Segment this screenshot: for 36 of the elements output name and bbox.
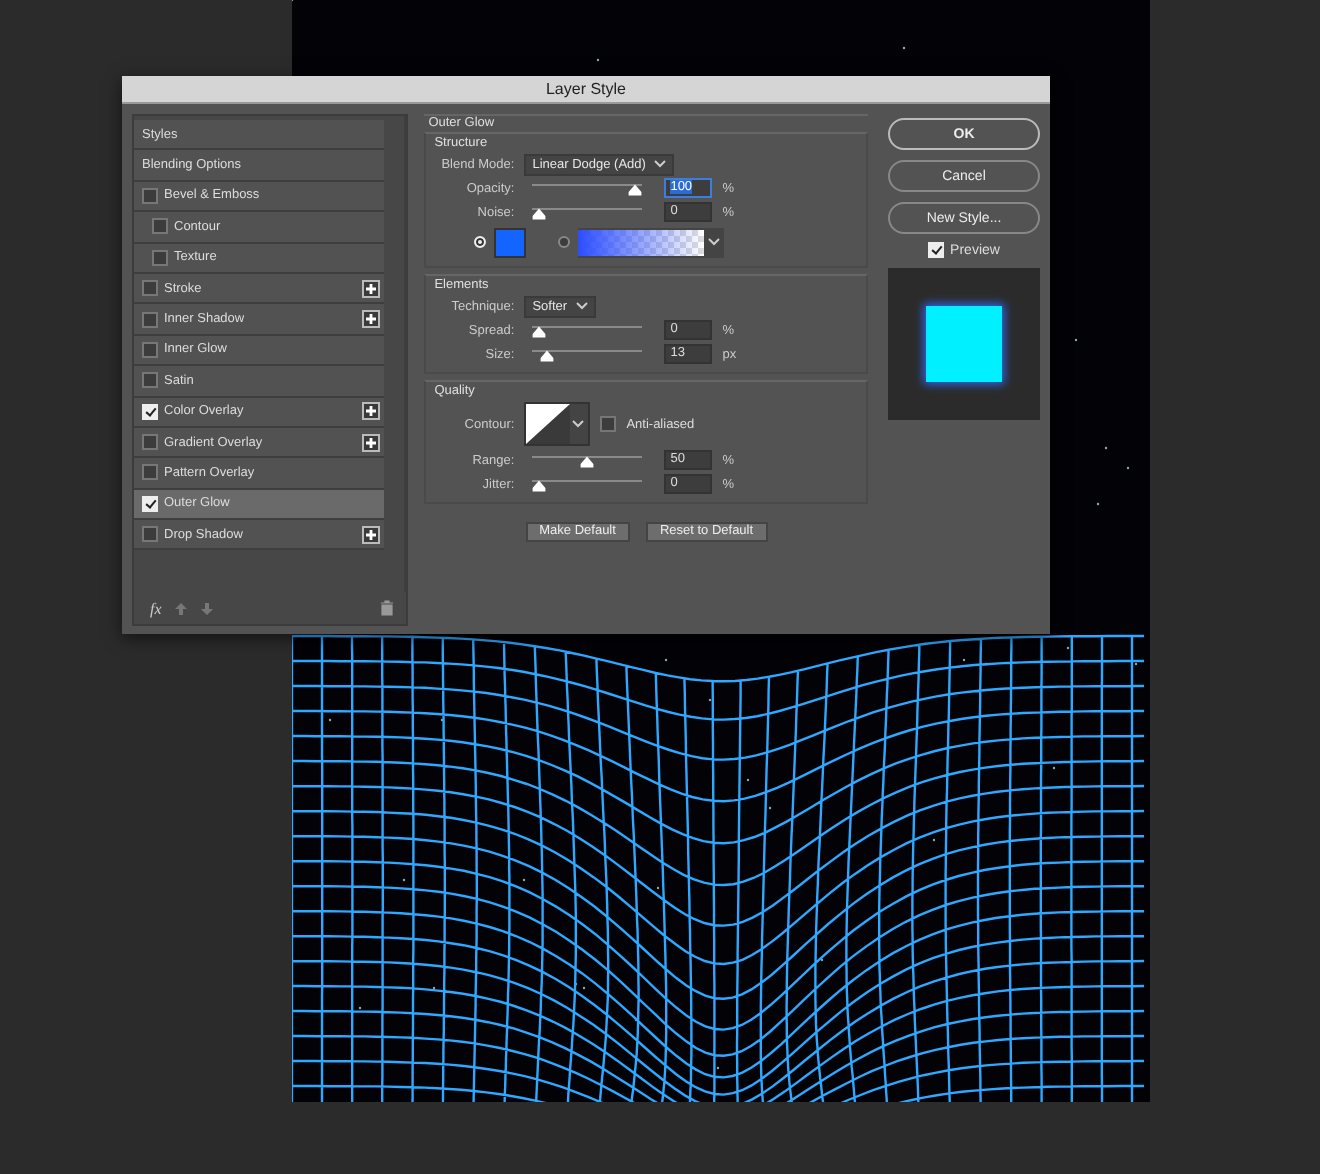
checkbox[interactable] <box>142 341 158 358</box>
slider-thumb[interactable] <box>539 349 554 361</box>
checkbox[interactable] <box>142 464 158 481</box>
caret-icon <box>708 238 721 246</box>
up-arrow-icon <box>173 601 188 615</box>
fx-button[interactable]: fx <box>150 599 162 617</box>
plus-icon[interactable] <box>362 310 381 329</box>
down-arrow-icon <box>199 601 214 615</box>
plus-icon[interactable] <box>362 402 381 421</box>
plus-icon[interactable] <box>362 279 381 298</box>
checkbox[interactable] <box>152 218 168 235</box>
checkbox[interactable] <box>142 280 158 297</box>
radio-button[interactable] <box>558 236 571 248</box>
plus-icon[interactable] <box>362 433 381 452</box>
caret-icon <box>572 420 585 428</box>
slider-thumb[interactable] <box>532 207 547 219</box>
checkbox[interactable] <box>142 311 158 328</box>
caret-icon <box>653 160 666 168</box>
window-title: Layer Style <box>122 76 1050 104</box>
checkbox[interactable] <box>142 434 158 451</box>
gradient-picker[interactable] <box>578 227 725 257</box>
checkbox[interactable] <box>152 249 168 266</box>
color-swatch[interactable] <box>494 227 527 257</box>
checkbox[interactable] <box>142 187 158 204</box>
plus-icon[interactable] <box>362 525 381 544</box>
contour-picker[interactable] <box>524 402 591 446</box>
checkbox[interactable] <box>142 372 158 389</box>
caret-icon <box>575 302 588 310</box>
checkbox[interactable] <box>600 416 617 432</box>
slider-thumb[interactable] <box>532 479 547 491</box>
slider-thumb[interactable] <box>628 183 643 195</box>
slider-thumb[interactable] <box>580 455 595 467</box>
checkbox[interactable] <box>142 526 158 543</box>
slider-thumb[interactable] <box>532 325 547 337</box>
trash-icon <box>380 600 395 616</box>
contour-curve-icon <box>526 404 571 444</box>
